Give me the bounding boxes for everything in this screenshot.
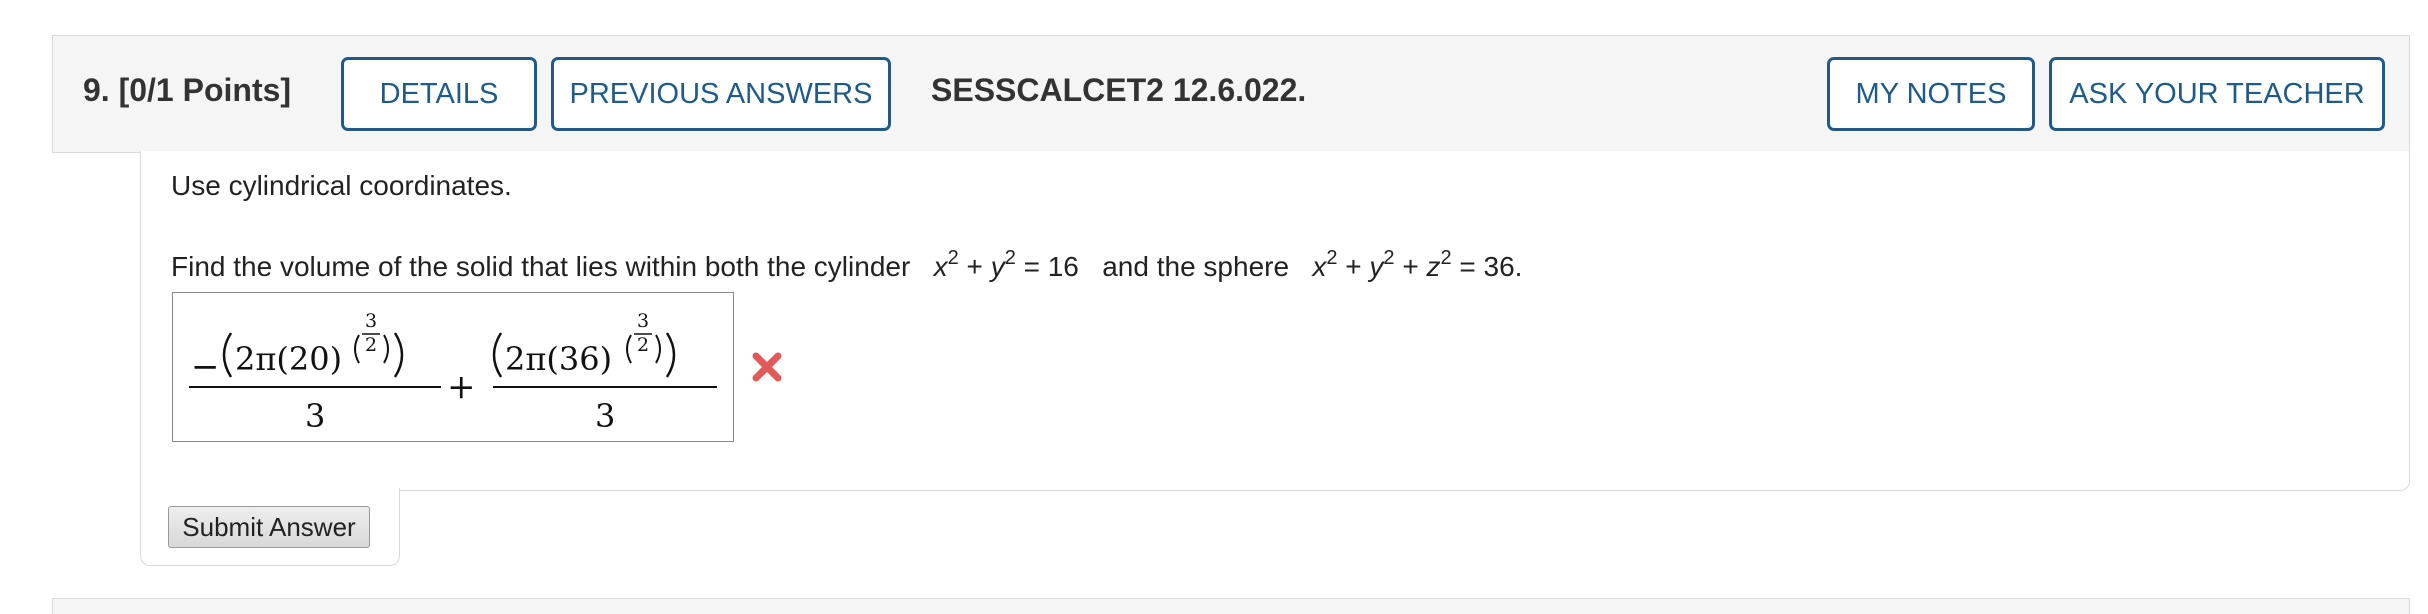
var-x: x [933, 251, 948, 282]
previous-answers-button[interactable]: PREVIOUS ANSWERS [551, 57, 891, 131]
plus-sign: + [1337, 251, 1370, 282]
exp-y: 2 [1383, 247, 1395, 269]
answer-input[interactable]: − 2π(20) 3 2 3 + 2π(36) 3 2 3 [172, 292, 734, 442]
term1-denominator: 3 [305, 397, 325, 435]
left-paren [222, 332, 233, 378]
plus-sign: + [958, 251, 991, 282]
next-question-header [52, 598, 2410, 614]
question-number: 9. [83, 72, 110, 108]
incorrect-x-icon [752, 352, 782, 382]
exp-numerator: 3 [637, 310, 649, 332]
plus-operator: + [447, 367, 476, 407]
details-button[interactable]: DETAILS [341, 57, 537, 131]
question-points: [0/1 Points] [118, 72, 292, 108]
term2-denominator: 3 [595, 397, 615, 435]
term2-base: 2π(36) [505, 340, 612, 378]
term1-base: 2π(20) [235, 340, 342, 378]
exp-x: 2 [1326, 247, 1338, 269]
plus-sign: + [1394, 251, 1427, 282]
exp-y: 2 [1004, 247, 1016, 269]
cylinder-rhs: = 16 [1015, 251, 1079, 282]
exp-left-paren [626, 334, 632, 364]
question-header: 9. [0/1 Points] DETAILS PREVIOUS ANSWERS… [52, 35, 2410, 153]
prompt-mid: and the sphere [1102, 251, 1290, 282]
sphere-rhs: = 36. [1451, 251, 1523, 282]
exp-right-paren [383, 334, 389, 364]
exp-denominator: 2 [637, 334, 649, 356]
minus-sign: − [191, 347, 220, 387]
right-paren [393, 332, 404, 378]
exp-x: 2 [947, 247, 959, 269]
my-notes-button[interactable]: MY NOTES [1827, 57, 2035, 131]
question-prompt: Find the volume of the solid that lies w… [171, 248, 1523, 283]
exp-left-paren [354, 334, 360, 364]
panel-joint [141, 486, 399, 494]
question-number-points: 9. [0/1 Points] [83, 72, 291, 109]
cylinder-equation: x2 + y2 = 16 [933, 248, 1079, 282]
exp-z: 2 [1440, 247, 1452, 269]
ask-your-teacher-button[interactable]: ASK YOUR TEACHER [2049, 57, 2385, 131]
sphere-equation: x2 + y2 + z2 = 36. [1312, 248, 1523, 282]
var-x: x [1312, 251, 1327, 282]
question-reference: SESSCALCET2 12.6.022. [931, 72, 1307, 108]
exp-denominator: 2 [365, 334, 377, 356]
var-y: y [1369, 251, 1384, 282]
exp-right-paren [655, 334, 661, 364]
instruction-text: Use cylindrical coordinates. [171, 170, 512, 201]
submit-answer-button[interactable]: Submit Answer [168, 506, 370, 548]
right-paren [665, 332, 676, 378]
prompt-start: Find the volume of the solid that lies w… [171, 251, 911, 282]
exp-numerator: 3 [365, 310, 377, 332]
left-paren [492, 332, 503, 378]
var-z: z [1426, 251, 1441, 282]
var-y: y [990, 251, 1005, 282]
